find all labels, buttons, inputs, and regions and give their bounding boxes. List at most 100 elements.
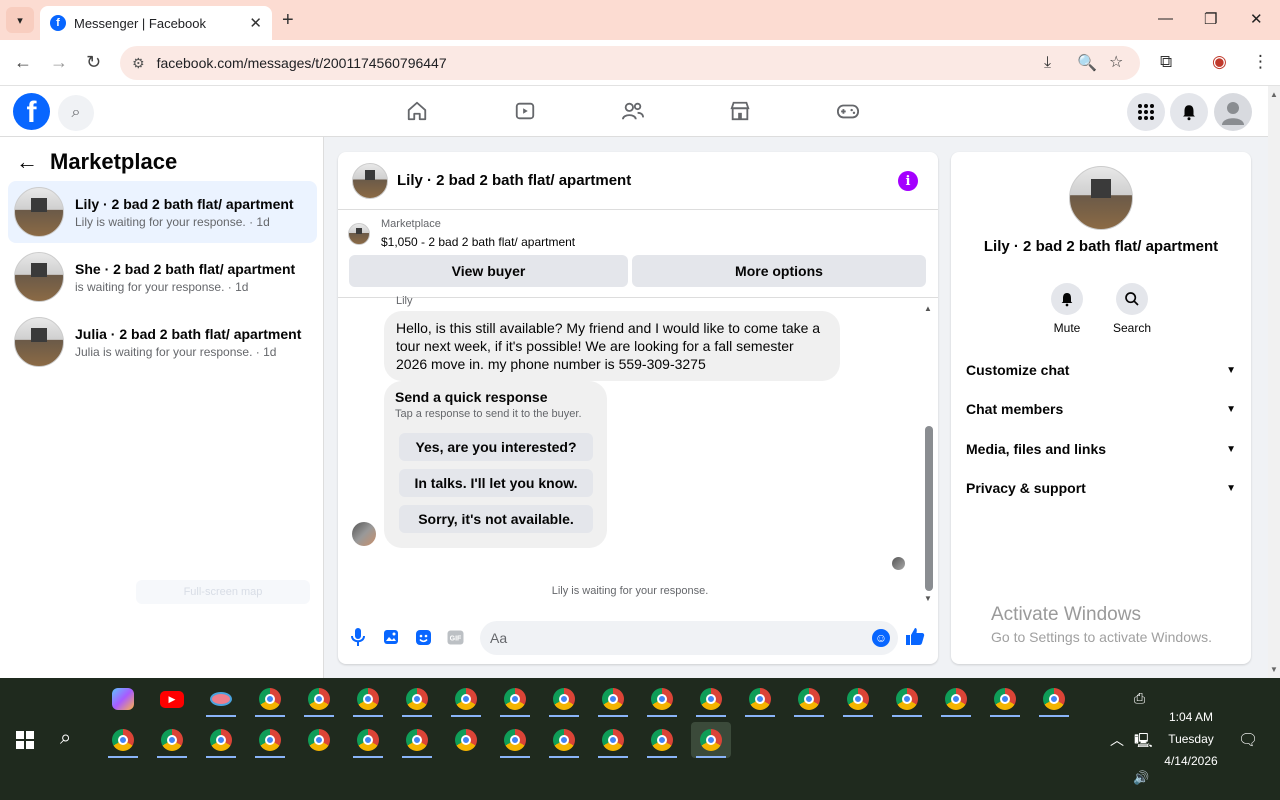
restore-icon[interactable]: ❐ [1204, 10, 1217, 28]
section-privacy-support[interactable]: Privacy & support ▼ [966, 473, 1236, 503]
chrome-profile-icon[interactable] [299, 722, 339, 758]
youtube-icon[interactable]: ▶ [152, 681, 192, 717]
profile-icon[interactable]: ◉ [1212, 52, 1227, 72]
chrome-profile-icon[interactable] [103, 722, 143, 758]
browser-tab[interactable]: f Messenger | Facebook ✕ [40, 6, 272, 40]
chrome-profile-icon[interactable] [936, 681, 976, 717]
forward-icon[interactable]: → [50, 52, 68, 73]
chrome-profile-icon[interactable] [446, 722, 486, 758]
snipping-tool-icon[interactable] [201, 681, 241, 717]
url-bar[interactable]: ⚙ facebook.com/messages/t/20011745607964… [120, 46, 1140, 80]
volume-icon[interactable]: 🔊 [1133, 770, 1149, 786]
chat-scroll-down-icon[interactable]: ▼ [924, 594, 932, 603]
chrome-profile-icon[interactable] [397, 681, 437, 717]
info-icon[interactable]: i [898, 171, 918, 191]
listing-banner[interactable]: Marketplace $1,050 - 2 bad 2 bath flat/ … [348, 218, 575, 249]
chrome-profile-icon[interactable] [593, 681, 633, 717]
chrome-profile-icon[interactable] [691, 681, 731, 717]
back-arrow-icon[interactable]: ← [16, 149, 38, 175]
site-info-icon[interactable]: ⚙ [132, 55, 145, 72]
notification-center-icon[interactable]: 🗨 [1238, 730, 1258, 750]
chrome-profile-icon[interactable] [985, 681, 1025, 717]
chrome-profile-icon[interactable] [348, 722, 388, 758]
scroll-down-icon[interactable]: ▼ [1270, 665, 1278, 674]
menu-grid-icon[interactable] [1127, 93, 1165, 131]
extensions-icon[interactable]: ⧉ [1160, 52, 1172, 72]
show-hidden-icons-icon[interactable]: ︿ [1110, 730, 1124, 750]
emoji-icon[interactable]: ☺ [872, 629, 890, 647]
chrome-profile-icon[interactable] [544, 681, 584, 717]
taskbar-search-icon[interactable]: ⌕ [60, 727, 71, 750]
tab-search-icon[interactable]: ▾ [6, 7, 34, 33]
more-options-button[interactable]: More options [632, 255, 926, 287]
install-app-icon[interactable]: ⤓ [1044, 54, 1051, 72]
chrome-profile-icon[interactable] [1034, 681, 1074, 717]
video-icon[interactable] [513, 98, 537, 124]
scroll-up-icon[interactable]: ▲ [1270, 90, 1278, 99]
quick-reply-button[interactable]: Sorry, it's not available. [399, 505, 593, 533]
chat-scrollbar[interactable]: ▲ ▼ [923, 300, 935, 606]
chrome-profile-icon[interactable] [642, 722, 682, 758]
taskbar-clock[interactable]: 1:04 AM Tuesday 4/14/2026 [1150, 706, 1232, 772]
meet-now-icon[interactable]: ⎙ [1134, 690, 1145, 707]
chrome-profile-icon[interactable] [740, 681, 780, 717]
chrome-profile-icon[interactable] [544, 722, 584, 758]
photo-icon[interactable] [382, 628, 400, 646]
new-tab-icon[interactable]: + [282, 9, 294, 32]
mute-button[interactable]: Mute [1039, 283, 1095, 335]
search-button[interactable]: Search [1104, 283, 1160, 335]
chrome-profile-icon[interactable] [446, 681, 486, 717]
chrome-profile-icon[interactable] [152, 722, 192, 758]
account-avatar[interactable] [1214, 93, 1252, 131]
tab-close-icon[interactable]: ✕ [249, 14, 262, 32]
chrome-profile-icon[interactable] [397, 722, 437, 758]
notifications-bell-icon[interactable] [1170, 93, 1208, 131]
chrome-profile-icon[interactable] [299, 681, 339, 717]
home-icon[interactable] [405, 98, 429, 124]
chrome-profile-icon[interactable] [887, 681, 927, 717]
gif-icon[interactable]: GIF [446, 628, 464, 646]
bookmark-star-icon[interactable]: ☆ [1109, 52, 1123, 72]
conversation-item[interactable]: Julia · 2 bad 2 bath flat/ apartment Jul… [8, 311, 317, 373]
chat-scroll-thumb[interactable] [925, 426, 933, 591]
microphone-icon[interactable] [349, 628, 367, 646]
chrome-profile-icon[interactable] [201, 722, 241, 758]
chrome-profile-icon[interactable] [642, 681, 682, 717]
quick-reply-button[interactable]: In talks. I'll let you know. [399, 469, 593, 497]
full-screen-map-button[interactable]: Full-screen map [136, 580, 310, 604]
chrome-profile-icon[interactable] [789, 681, 829, 717]
back-icon[interactable]: ← [14, 52, 32, 73]
friends-icon[interactable] [621, 98, 645, 124]
chrome-profile-icon[interactable] [495, 722, 535, 758]
conversation-item[interactable]: Lily · 2 bad 2 bath flat/ apartment Lily… [8, 181, 317, 243]
chrome-active-window-icon[interactable] [691, 722, 731, 758]
section-customize-chat[interactable]: Customize chat ▼ [966, 355, 1236, 385]
conversation-item[interactable]: She · 2 bad 2 bath flat/ apartment is wa… [8, 246, 317, 308]
chat-title[interactable]: Lily · 2 bad 2 bath flat/ apartment [397, 172, 631, 189]
chrome-profile-icon[interactable] [250, 722, 290, 758]
window-close-icon[interactable]: ✕ [1250, 10, 1263, 28]
section-media-files-links[interactable]: Media, files and links ▼ [966, 434, 1236, 464]
chrome-profile-icon[interactable] [348, 681, 388, 717]
chrome-profile-icon[interactable] [495, 681, 535, 717]
sticker-icon[interactable] [414, 628, 432, 646]
chrome-profile-icon[interactable] [593, 722, 633, 758]
quick-reply-button[interactable]: Yes, are you interested? [399, 433, 593, 461]
browser-menu-icon[interactable]: ⋮ [1252, 52, 1269, 72]
windows-start-icon[interactable] [16, 731, 34, 749]
chat-scroll-up-icon[interactable]: ▲ [924, 304, 932, 313]
chrome-profile-icon[interactable] [838, 681, 878, 717]
copilot-icon[interactable] [103, 681, 143, 717]
facebook-logo-icon[interactable]: f [13, 93, 50, 130]
minimize-icon[interactable]: — [1158, 10, 1173, 27]
facebook-search-icon[interactable]: ⌕ [58, 95, 94, 131]
section-chat-members[interactable]: Chat members ▼ [966, 394, 1236, 424]
page-scrollbar[interactable]: ▲ ▼ [1268, 86, 1280, 678]
chrome-profile-icon[interactable] [250, 681, 290, 717]
gaming-icon[interactable] [836, 98, 860, 124]
thumbs-up-icon[interactable] [905, 626, 925, 652]
marketplace-icon[interactable] [728, 98, 752, 124]
reload-icon[interactable]: ↻ [86, 52, 101, 73]
view-buyer-button[interactable]: View buyer [349, 255, 628, 287]
message-input[interactable] [480, 621, 898, 655]
